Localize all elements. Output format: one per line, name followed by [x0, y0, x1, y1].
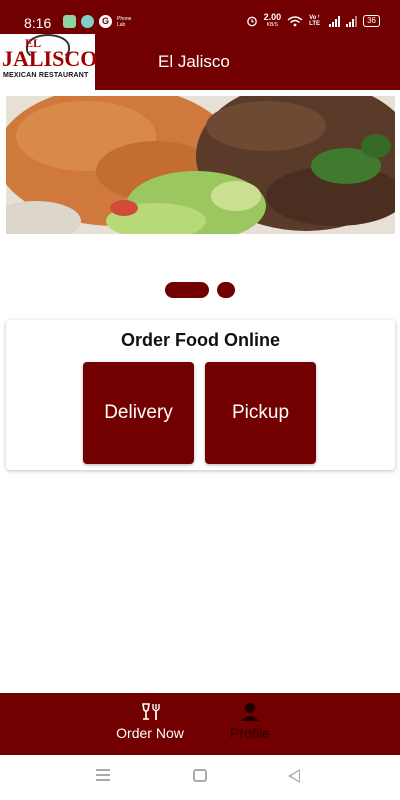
wifi-icon [287, 15, 303, 26]
recent-apps-icon[interactable] [96, 769, 112, 784]
back-icon[interactable] [288, 769, 300, 783]
carousel-dot[interactable] [217, 282, 235, 298]
signal-icon-2 [346, 15, 358, 27]
logo-main-text: JALISCO [2, 46, 98, 71]
signal-icon [329, 15, 341, 27]
status-system-icons: 2.00 KB/S Vo ᵗ LTE 36 [246, 13, 380, 29]
net-speed: 2.00 KB/S [264, 13, 282, 29]
order-card-title: Order Food Online [120, 330, 280, 350]
delivery-button[interactable]: Delivery [83, 362, 194, 464]
pickup-button[interactable]: Pickup [205, 362, 316, 464]
fork-knife-icon [110, 701, 190, 723]
nav-item-profile[interactable]: Profile [220, 701, 280, 741]
status-time: 8:16 [24, 15, 52, 31]
alarm-icon [246, 16, 257, 27]
nav-label-profile: Profile [230, 725, 270, 741]
logo-sub-text: MEXICAN RESTAURANT [3, 72, 89, 79]
net-speed-value: 2.00 [263, 12, 282, 22]
person-icon [220, 701, 280, 723]
volte-label: Vo ᵗ LTE [309, 15, 320, 27]
nav-item-order-now[interactable]: Order Now [110, 701, 190, 741]
bottom-navigation: Order Now Profile [0, 693, 400, 755]
nav-label-order-now: Order Now [116, 725, 184, 741]
restaurant-logo: EL JALISCO MEXICAN RESTAURANT [0, 34, 98, 90]
carousel-dot-active[interactable] [165, 282, 209, 298]
status-bar: 8:16 G Phone Lab 2.00 KB/S Vo ᵗ LTE 36 [0, 0, 400, 34]
phone-lab-label: Phone Lab [117, 15, 132, 28]
message-icon [63, 15, 76, 28]
hero-food-image[interactable] [6, 96, 395, 234]
carousel-indicator [0, 282, 400, 298]
system-navigation-bar [0, 755, 400, 800]
order-online-card: Order Food Online Delivery Pickup [6, 320, 395, 470]
status-notifications: G Phone Lab [63, 15, 131, 28]
app-title: El Jalisco [158, 52, 230, 71]
google-icon: G [99, 15, 112, 28]
app-bar: EL JALISCO MEXICAN RESTAURANT El Jalisco [0, 34, 400, 90]
battery-icon: 36 [363, 15, 380, 27]
bubble-icon [81, 15, 94, 28]
food-photo [6, 96, 395, 234]
net-speed-unit: KB/S [266, 22, 279, 28]
home-icon[interactable] [193, 769, 207, 782]
